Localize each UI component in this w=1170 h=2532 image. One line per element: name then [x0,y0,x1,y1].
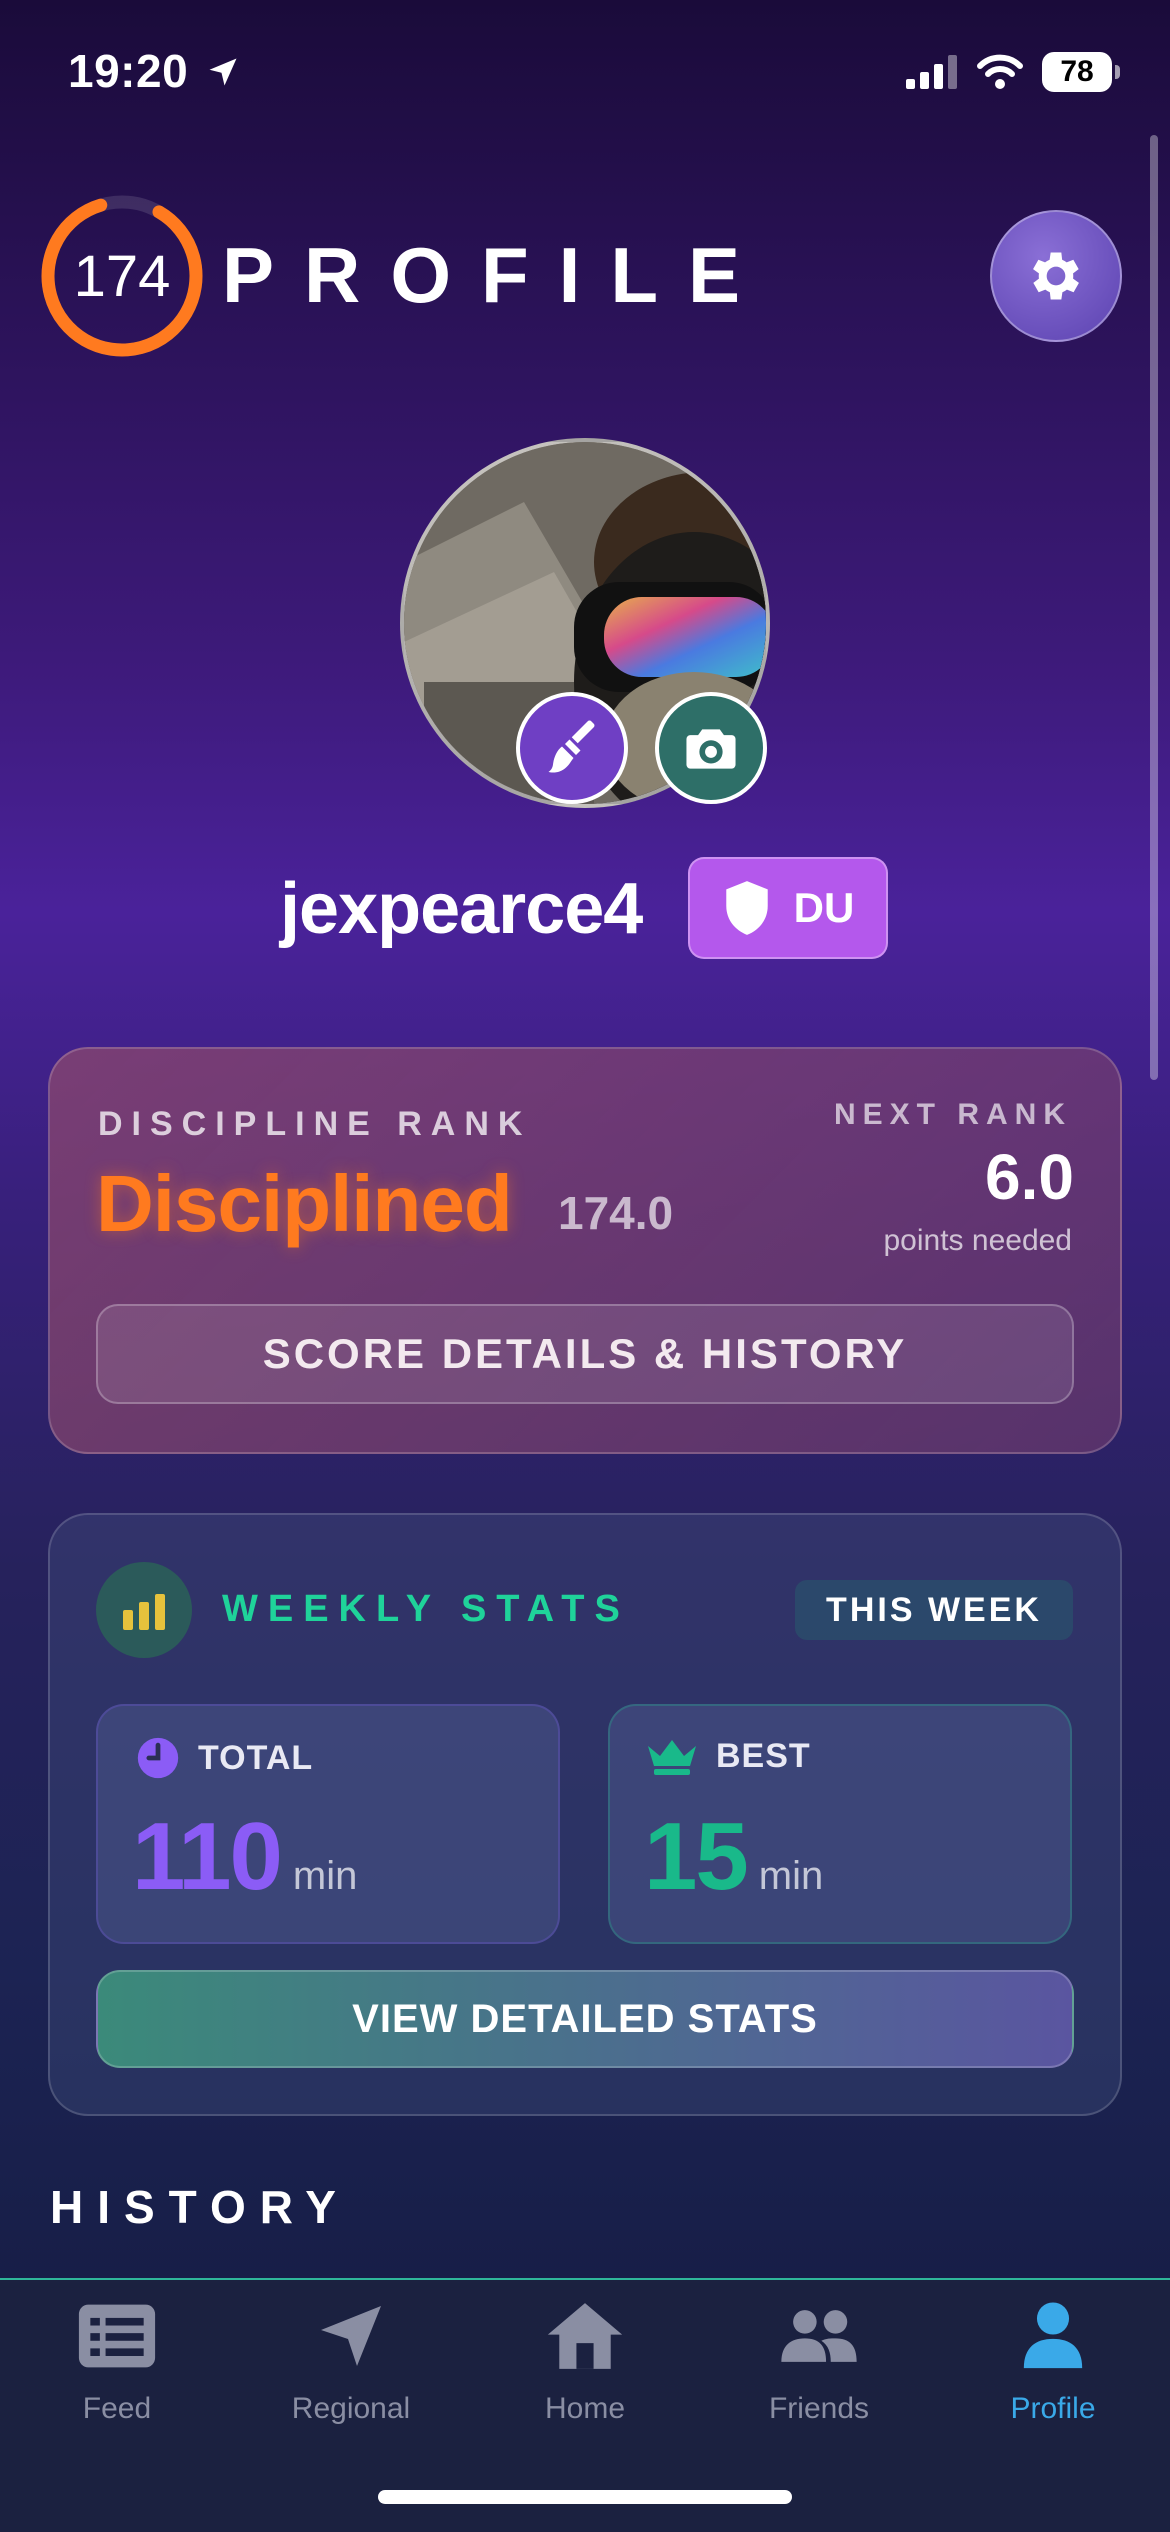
battery-level: 78 [1060,55,1094,88]
people-icon [779,2296,859,2376]
newspaper-icon [77,2296,157,2376]
crown-icon [648,1740,696,1775]
page-title: PROFILE [222,231,771,319]
total-label: TOTAL [198,1738,314,1777]
score-value: 174 [73,243,171,309]
view-detailed-stats-button[interactable]: VIEW DETAILED STATS [96,1970,1074,2068]
rank-name: Disciplined [96,1159,513,1248]
tab-home[interactable]: Home [468,2296,702,2426]
gear-icon [1033,252,1079,300]
username: jexpearce4 [280,869,643,949]
best-value-row: 15 min [644,1802,823,1912]
next-rank-points: 6.0 [985,1141,1074,1213]
change-photo-button[interactable] [655,692,767,804]
best-stat-header: BEST [646,1736,811,1776]
battery-icon: 78 [1042,52,1120,92]
score-details-button[interactable]: SCORE DETAILS & HISTORY [96,1304,1074,1404]
camera-icon [686,729,736,769]
shield-icon [725,881,768,935]
tab-feed[interactable]: Feed [0,2296,234,2426]
rank-score: 174.0 [558,1187,674,1239]
history-title: HISTORY [50,2181,350,2233]
tab-regional[interactable]: Regional [234,2296,468,2426]
customize-avatar-button[interactable] [516,692,628,804]
paintbrush-icon [548,720,595,773]
location-arrow-icon [209,58,237,86]
tab-label: Feed [82,2392,152,2425]
period-tag[interactable]: THIS WEEK [795,1580,1073,1640]
status-time: 19:20 [68,45,189,97]
next-rank-caption: points needed [883,1224,1073,1257]
scrollbar[interactable] [1150,135,1158,1080]
wifi-icon [977,54,1023,89]
person-icon [1013,2296,1093,2376]
next-rank-label: NEXT RANK [833,1098,1072,1131]
tab-label: Profile [1010,2392,1096,2425]
total-value: 110 [132,1803,283,1910]
rank-badge[interactable]: DU [688,857,888,959]
rank-label: DISCIPLINE RANK [98,1105,532,1143]
weekly-stats-title: WEEKLY STATS [222,1588,630,1630]
best-unit: min [758,1854,824,1898]
clock-icon [137,1737,179,1779]
tab-label: Regional [291,2392,411,2425]
badge-text: DU [793,884,855,931]
total-value-row: 110 min [132,1802,357,1912]
best-value: 15 [644,1803,749,1910]
tab-profile[interactable]: Profile [936,2296,1170,2426]
tab-friends[interactable]: Friends [702,2296,936,2426]
total-stat-header: TOTAL [136,1736,313,1780]
best-label: BEST [716,1736,811,1775]
total-unit: min [292,1854,358,1898]
house-icon [545,2296,625,2376]
tab-label: Home [544,2392,626,2425]
home-indicator[interactable] [378,2490,792,2504]
settings-button[interactable] [990,210,1122,342]
signal-icon [906,55,957,89]
status-icons: 78 [906,50,1120,94]
bar-chart-icon [96,1562,192,1658]
tab-label: Friends [768,2392,870,2425]
navigation-arrow-icon [311,2296,391,2376]
